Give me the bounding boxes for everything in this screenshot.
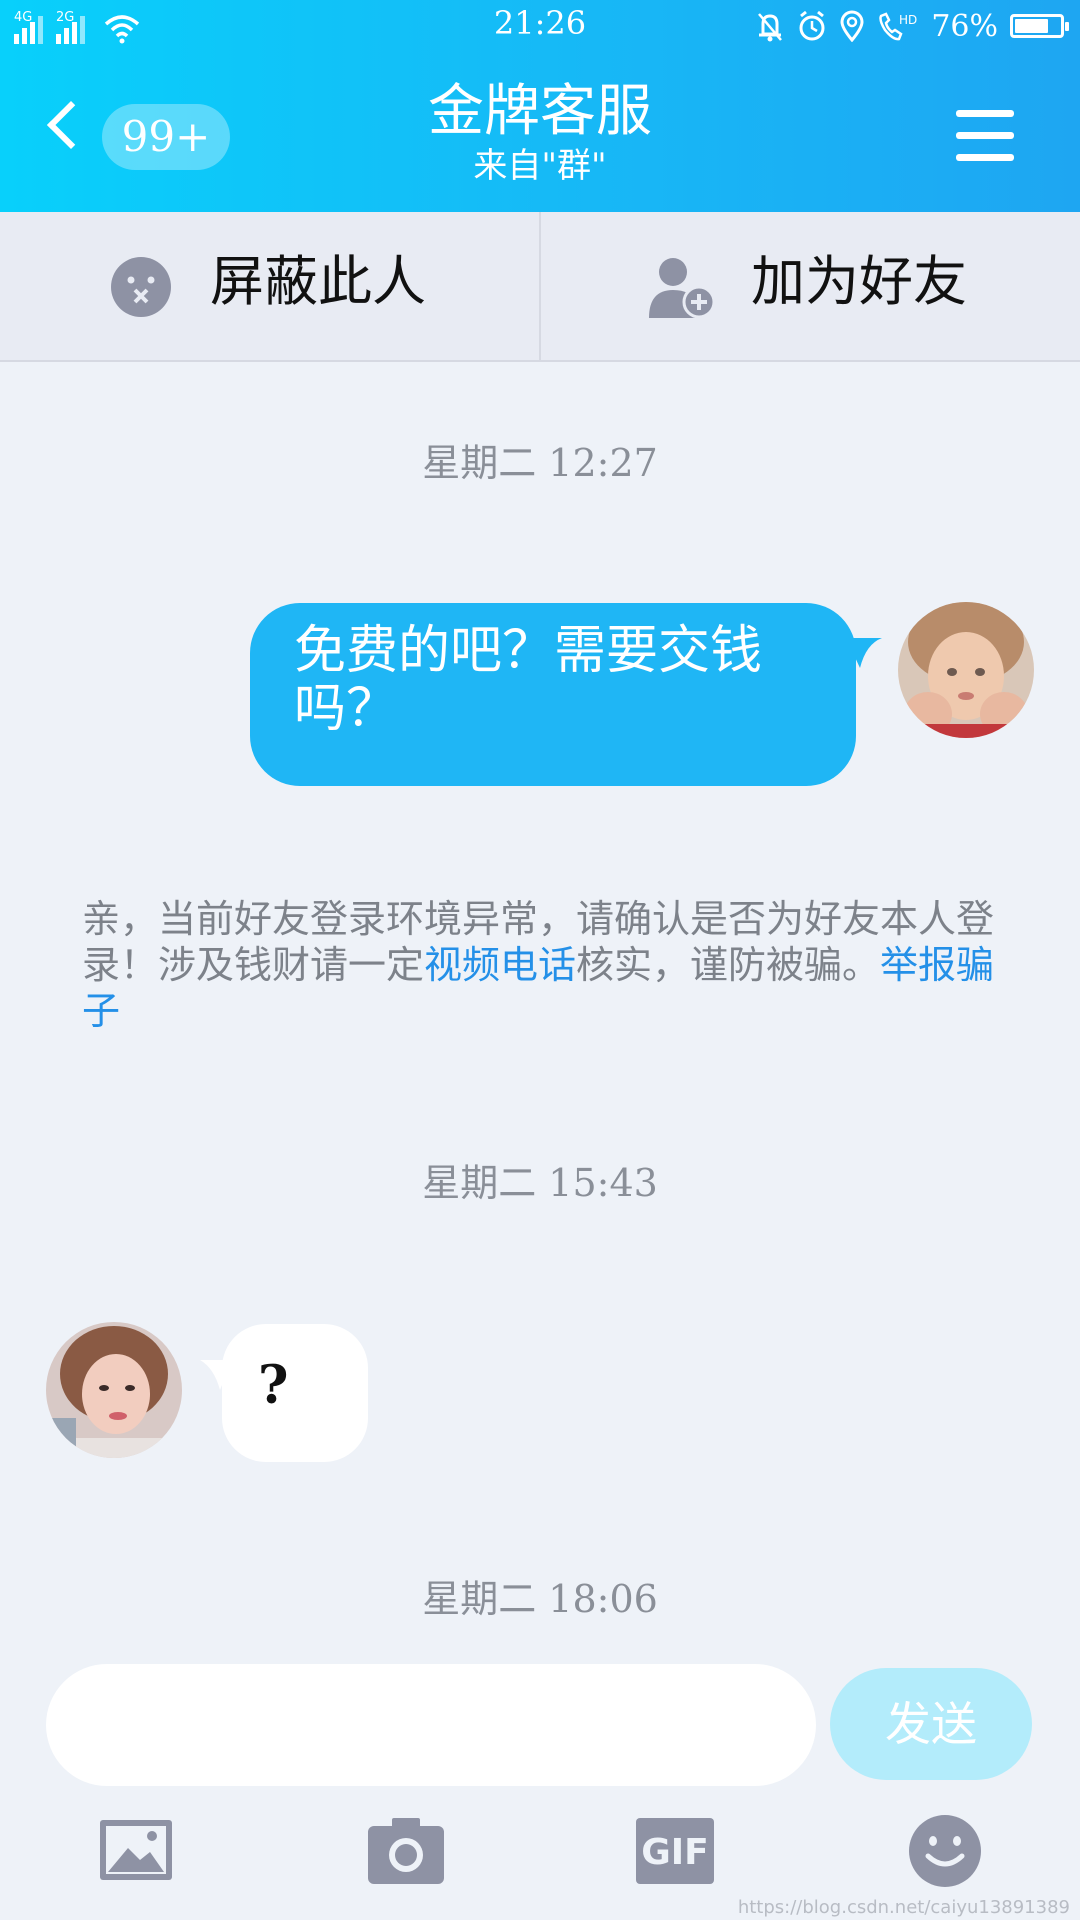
security-notice: 亲，当前好友登录环境异常，请确认是否为好友本人登录！涉及钱财请一定视频电话核实，…	[82, 896, 1002, 1034]
svg-text:HD: HD	[899, 13, 917, 27]
alarm-icon	[799, 10, 825, 41]
add-friend-button[interactable]: 加为好友	[541, 212, 1080, 360]
notice-text: 核实，谨防被骗。	[576, 943, 881, 987]
block-face-icon	[111, 257, 171, 317]
battery-percent: 76%	[931, 8, 998, 44]
location-icon	[840, 10, 864, 42]
watermark: https://blog.csdn.net/caiyu13891389	[737, 1897, 1070, 1918]
send-button[interactable]: 发送	[830, 1668, 1032, 1780]
emoji-icon[interactable]	[908, 1814, 982, 1888]
add-friend-icon	[649, 258, 716, 319]
contact-avatar[interactable]	[46, 1322, 182, 1458]
battery-fill	[1015, 19, 1049, 33]
my-avatar[interactable]	[898, 602, 1034, 738]
status-icons: HD 76%	[755, 6, 1069, 46]
block-user-button[interactable]: 屏蔽此人	[0, 212, 539, 360]
outgoing-message-text: 免费的吧？需要交钱吗？	[294, 621, 763, 739]
page-subtitle: 来自"群"	[473, 146, 607, 186]
add-friend-label: 加为好友	[751, 250, 967, 313]
timestamp: 星期二 15:43	[422, 1161, 658, 1205]
battery-icon	[1010, 14, 1069, 38]
timestamp: 星期二 12:27	[422, 441, 658, 485]
block-user-label: 屏蔽此人	[210, 250, 426, 313]
camera-icon[interactable]	[368, 1818, 444, 1884]
incoming-message-text: ?	[258, 1355, 289, 1416]
page-title: 金牌客服	[428, 79, 652, 144]
timestamp: 星期二 18:06	[422, 1577, 658, 1621]
bubble-tail	[846, 638, 882, 668]
child-avatar-image	[898, 602, 1034, 738]
hd-call-icon: HD	[879, 12, 918, 41]
gif-icon[interactable]: GIF	[636, 1818, 714, 1884]
woman-avatar-image	[46, 1322, 182, 1458]
image-icon[interactable]	[98, 1818, 174, 1882]
incoming-message-bubble[interactable]	[222, 1324, 368, 1462]
menu-icon[interactable]	[956, 108, 1014, 162]
bell-off-icon	[758, 13, 783, 42]
message-input[interactable]	[46, 1664, 816, 1786]
action-bar: 屏蔽此人 加为好友	[0, 212, 1080, 362]
video-call-link[interactable]: 视频电话	[424, 943, 576, 987]
gif-label: GIF	[641, 1832, 709, 1873]
